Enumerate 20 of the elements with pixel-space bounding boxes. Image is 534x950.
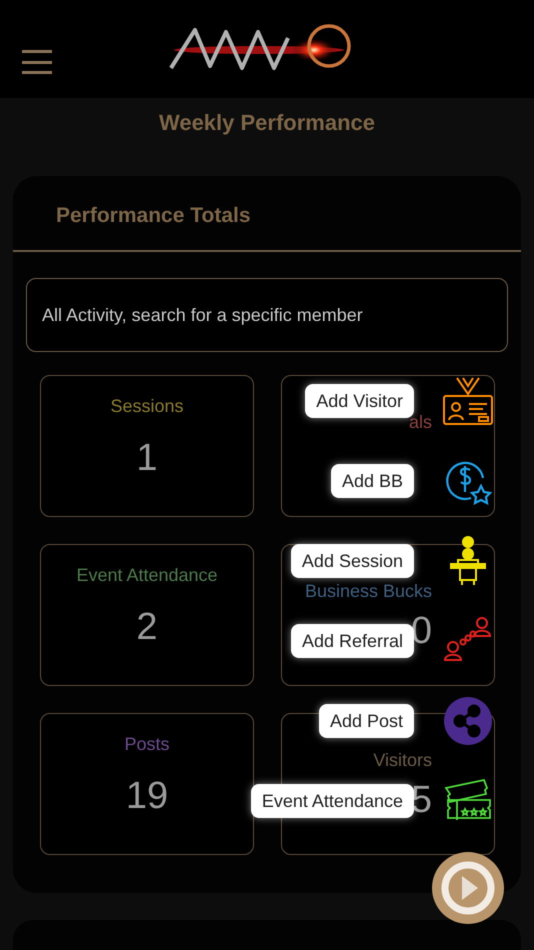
action-button[interactable]: Event Attendance: [250, 784, 414, 818]
stat-title: Visitors: [373, 750, 432, 771]
stat-title: Business Bucks: [304, 581, 432, 602]
id-badge-icon[interactable]: [443, 376, 493, 426]
menu-button[interactable]: [22, 50, 52, 74]
stat-value: 2: [136, 606, 158, 649]
action-button[interactable]: Add Referral: [290, 624, 414, 658]
action-button[interactable]: Add Post: [318, 704, 414, 738]
panel-title: Performance Totals: [55, 203, 252, 229]
stat-title: Posts: [124, 734, 170, 755]
action-button[interactable]: Add BB: [330, 464, 414, 498]
search-field[interactable]: All Activity, search for a specific member: [26, 278, 508, 352]
stat-title: Sessions: [110, 396, 184, 417]
action-button[interactable]: Add Visitor: [305, 384, 414, 418]
stat-title: Event Attendance: [76, 565, 218, 586]
play-icon: [440, 860, 496, 916]
page-title: Weekly Performance: [158, 109, 376, 137]
stat-value: 1: [136, 437, 158, 480]
action-button[interactable]: Add Session: [290, 544, 414, 578]
stat-value: 19: [126, 775, 168, 818]
